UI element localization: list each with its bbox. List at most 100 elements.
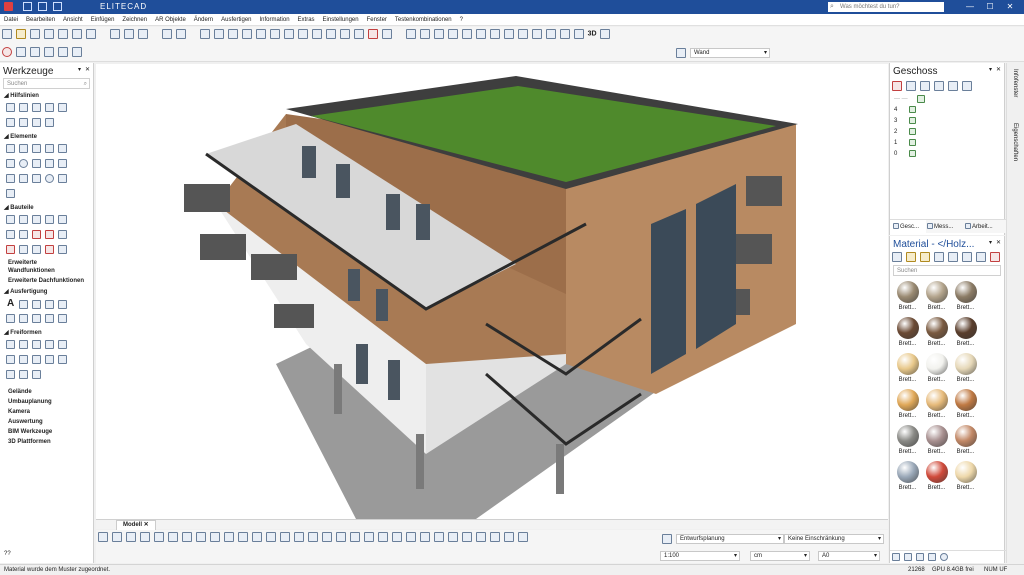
grid-view-icon[interactable] [904,553,912,561]
sweep-icon[interactable] [32,340,41,349]
roof-icon[interactable] [32,215,41,224]
material-back-icon[interactable] [892,252,902,262]
dim-style-icon[interactable] [504,532,514,542]
camera-icon[interactable] [600,29,611,39]
move-icon[interactable] [406,532,416,542]
save-icon[interactable] [30,29,40,39]
close-icon[interactable]: ✕ [1000,0,1020,14]
material-swatch[interactable]: Brett... [923,317,950,347]
wall-tool-icon[interactable] [392,532,402,542]
circle-helper-icon[interactable] [6,118,15,127]
copy-tool-icon[interactable] [420,532,430,542]
polygon-icon[interactable] [32,144,41,153]
panel-pin-icon[interactable]: ▾ [78,66,81,73]
view-iso-icon[interactable] [461,29,472,39]
copy-icon[interactable] [123,29,134,39]
new-file-icon[interactable] [2,29,12,39]
point-helper-icon[interactable] [19,118,28,127]
section-icon[interactable] [475,29,486,39]
column-icon[interactable] [45,215,54,224]
new-level-icon[interactable] [892,81,902,91]
restriction-dropdown[interactable]: Keine Einschränkung ▾ [784,534,884,544]
bracket-helper-icon[interactable] [32,118,41,127]
menu-ar-objekte[interactable]: AR Objekte [151,14,190,26]
hidden-icon[interactable] [476,532,486,542]
cut-icon[interactable] [109,29,120,39]
geschoss-row[interactable]: 2 [894,127,1000,138]
axis-y-icon[interactable] [364,532,374,542]
print-preview-icon[interactable] [58,29,68,39]
redo-icon[interactable] [52,2,62,11]
angle-line-icon[interactable] [19,103,28,112]
snap-middle-icon[interactable] [112,532,122,542]
loft-icon[interactable] [45,340,54,349]
menu-einstellungen[interactable]: Einstellungen [319,14,363,26]
material-swatch[interactable]: Brett... [894,461,921,491]
material-swatch[interactable]: Brett... [952,317,979,347]
snap-intersect-icon[interactable] [154,532,164,542]
viewport-tab-modell[interactable]: Modell ✕ [116,520,156,530]
tab-mess[interactable]: Mess... [926,220,964,234]
person-icon[interactable] [168,532,178,542]
minimize-icon[interactable]: — [960,0,980,14]
fly-icon[interactable] [559,29,570,39]
slab-tool-icon[interactable] [182,532,192,542]
cross-icon[interactable] [353,29,364,39]
paper-dropdown[interactable]: A0 ▾ [818,551,880,561]
arc-3p-icon[interactable] [19,174,28,183]
room-icon[interactable] [19,245,28,254]
tab-infofenster[interactable]: Infofenster [1012,69,1018,97]
filter-icon[interactable] [58,47,68,57]
erase-icon[interactable] [367,29,378,39]
undo-icon[interactable] [161,29,172,39]
geschoss-row[interactable]: 4 [894,105,1000,116]
ortho-icon[interactable] [339,29,350,39]
shading-icon[interactable] [531,29,542,39]
menu-help[interactable]: ? [456,14,467,26]
angle-dim-icon[interactable] [6,314,15,323]
arc-tool-icon[interactable] [308,532,318,542]
favorite-star-icon[interactable] [920,252,930,262]
menu-datei[interactable]: Datei [0,14,22,26]
zoom-out-icon[interactable] [213,29,224,39]
material-assign-icon[interactable] [990,252,1000,262]
text-frame-icon[interactable] [196,532,206,542]
rectangle-icon[interactable] [45,144,54,153]
view-back-icon[interactable] [447,29,458,39]
material-search-input[interactable]: Suchen [893,265,1001,276]
boolean-icon[interactable] [6,355,15,364]
scale-dropdown[interactable]: 1:100 ▾ [660,551,740,561]
material-swatch[interactable]: Brett... [894,317,921,347]
menu-ansicht[interactable]: Ansicht [59,14,87,26]
zoom-in-icon[interactable] [199,29,210,39]
panel-pin-icon[interactable]: ▾ [989,239,992,246]
menu-bearbeiten[interactable]: Bearbeiten [22,14,59,26]
list-view-icon[interactable] [916,553,924,561]
link-gelaende[interactable]: Gelände [0,387,93,397]
menu-fenster[interactable]: Fenster [363,14,391,26]
polyline-icon[interactable] [19,144,28,153]
pan-icon[interactable] [255,29,266,39]
save-icon[interactable] [37,2,47,11]
menu-extras[interactable]: Extras [294,14,319,26]
close-icon[interactable]: ✕ [144,522,149,528]
3d-viewport[interactable] [96,64,888,519]
align-icon[interactable] [32,370,41,379]
material-swatch[interactable]: Brett... [894,281,921,311]
grid-rect-icon[interactable] [58,144,67,153]
level-copy-icon[interactable] [920,81,930,91]
link-erweiterte-dachfunktionen[interactable]: Erweiterte Dachfunktionen [0,276,93,286]
chain-dim-icon[interactable] [32,314,41,323]
select-icon[interactable] [16,47,26,57]
grid-icon[interactable] [311,29,322,39]
parallel-line-icon[interactable] [32,103,41,112]
triangle-icon[interactable] [6,174,15,183]
facade-icon[interactable] [32,245,41,254]
zoom-all-icon[interactable] [241,29,252,39]
material-swatch[interactable]: Brett... [923,425,950,455]
level-list-icon[interactable] [906,81,916,91]
spline-icon[interactable] [45,159,54,168]
material-link-icon[interactable] [962,252,972,262]
roof-window-icon[interactable] [6,245,15,254]
layer-visible-icon[interactable] [917,95,926,103]
